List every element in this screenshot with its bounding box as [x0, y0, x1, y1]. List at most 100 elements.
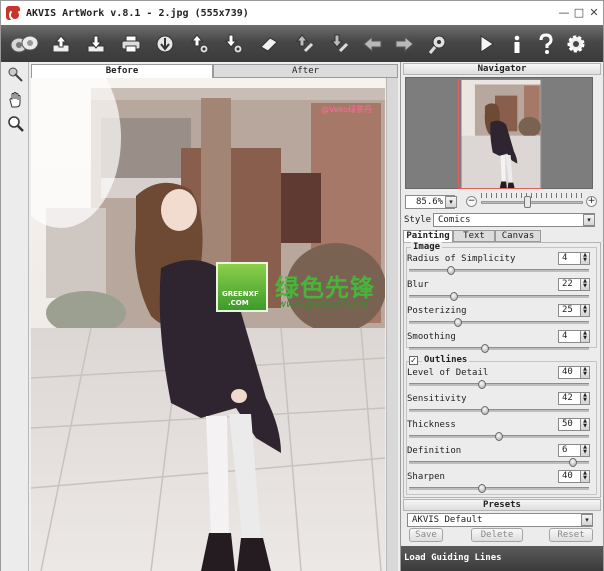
preset-delete-button[interactable]: Delete [471, 528, 523, 542]
tab-text[interactable]: Text [453, 230, 495, 242]
smoothing-stepper-arrows[interactable]: ▲ ▼ [580, 330, 590, 343]
thickness-spinbox[interactable]: 50 ▲ ▼ [558, 418, 590, 431]
maximize-button[interactable]: □ [572, 6, 586, 20]
radius-of-simplicity-slider[interactable] [409, 266, 589, 275]
thickness-slider[interactable] [409, 432, 589, 441]
sensitivity-spinbox[interactable]: 42 ▲ ▼ [558, 392, 590, 405]
level-of-detail-label: Level of Detail [407, 368, 489, 378]
posterizing-label: Posterizing [407, 306, 467, 316]
canvas-scrollbar[interactable] [386, 78, 398, 571]
posterizing-value: 25 [562, 305, 573, 315]
save-icon[interactable] [83, 31, 109, 57]
definition-stepper-arrows[interactable]: ▲ ▼ [580, 444, 590, 457]
outlines-checkbox[interactable]: ✓ [409, 356, 418, 365]
smoothing-spinbox[interactable]: 4 ▲ ▼ [558, 330, 590, 343]
sensitivity-slider[interactable] [409, 406, 589, 415]
radius-of-simplicity-label: Radius of Simplicity [407, 254, 516, 264]
photo-canvas[interactable]: GREENXF .COM 绿色先锋 www.greenxf.com @Veko绿… [31, 78, 385, 571]
preset-save-button[interactable]: Save [409, 528, 443, 542]
download-settings-icon[interactable] [221, 31, 247, 57]
help-icon[interactable] [533, 31, 559, 57]
thickness-slider-thumb[interactable] [495, 432, 503, 441]
zoom-dropdown-button[interactable]: ▾ [445, 196, 457, 208]
thickness-stepper-arrows[interactable]: ▲ ▼ [580, 418, 590, 431]
effects-icon[interactable] [8, 31, 42, 57]
radius-of-simplicity-slider-thumb[interactable] [446, 266, 455, 275]
presets-select[interactable]: AKVIS Default [407, 513, 593, 527]
preferences-icon[interactable] [425, 31, 451, 57]
smoothing-value: 4 [562, 331, 568, 341]
run-icon[interactable] [473, 31, 499, 57]
image-group-title: Image [411, 242, 443, 252]
posterizing-slider-thumb[interactable] [453, 318, 462, 327]
level-of-detail-value: 40 [562, 367, 573, 377]
blur-value: 22 [562, 279, 573, 289]
style-dropdown-button[interactable]: ▾ [583, 214, 595, 226]
zoom-slider[interactable] [481, 201, 583, 204]
posterizing-stepper-arrows[interactable]: ▲ ▼ [580, 304, 590, 317]
radius-of-simplicity-spinbox[interactable]: 4 ▲ ▼ [558, 252, 590, 265]
undo-icon[interactable] [360, 31, 386, 57]
navigator-preview[interactable] [405, 77, 593, 189]
posterizing-slider[interactable] [409, 318, 589, 327]
sharpen-slider-thumb[interactable] [477, 484, 486, 493]
blur-slider[interactable] [409, 292, 589, 301]
load-strokes-icon[interactable] [291, 31, 317, 57]
image-workspace: Before After GREENXF .COM 绿色先锋 www.green… [29, 62, 400, 571]
smoothing-slider[interactable] [409, 344, 589, 353]
blur-stepper-arrows[interactable]: ▲ ▼ [580, 278, 590, 291]
smoothing-label: Smoothing [407, 332, 456, 342]
tab-canvas[interactable]: Canvas [495, 230, 541, 242]
share-icon[interactable] [152, 31, 178, 57]
magic-brush-icon[interactable] [7, 66, 25, 84]
info-icon[interactable] [504, 31, 530, 57]
navigator-header: Navigator [403, 63, 601, 75]
close-button[interactable]: ✕ [587, 6, 601, 20]
blur-label: Blur [407, 280, 429, 290]
photo-image [31, 78, 385, 571]
zoom-in-button[interactable]: + [586, 196, 597, 207]
sharpen-slider[interactable] [409, 484, 589, 493]
status-text: Load Guiding Lines [404, 553, 502, 563]
sensitivity-stepper-arrows[interactable]: ▲ ▼ [580, 392, 590, 405]
watermark-url: www.greenxf.com [278, 299, 368, 310]
definition-spinbox[interactable]: 6 ▲ ▼ [558, 444, 590, 457]
sharpen-stepper-arrows[interactable]: ▲ ▼ [580, 470, 590, 483]
definition-value: 6 [562, 445, 568, 455]
preset-reset-button[interactable]: Reset [549, 528, 593, 542]
save-strokes-icon[interactable] [326, 31, 352, 57]
zoom-ticks [481, 193, 583, 198]
level-of-detail-slider[interactable] [409, 380, 589, 389]
level-of-detail-slider-thumb[interactable] [477, 380, 486, 389]
main-toolbar [0, 25, 604, 62]
zoom-slider-thumb[interactable] [523, 196, 531, 208]
level-of-detail-stepper-arrows[interactable]: ▲ ▼ [580, 366, 590, 379]
redo-icon[interactable] [391, 31, 417, 57]
radius-of-simplicity-stepper-arrows[interactable]: ▲ ▼ [580, 252, 590, 265]
zoom-out-button[interactable]: − [466, 196, 477, 207]
tab-painting[interactable]: Painting [403, 230, 453, 242]
settings-panel: Navigator 85.6% ▾ − + Style: Comics ▾ Pa… [400, 62, 604, 571]
definition-slider[interactable] [409, 458, 589, 467]
zoom-icon[interactable] [7, 115, 25, 133]
radius-of-simplicity-value: 4 [562, 253, 568, 263]
definition-slider-thumb[interactable] [568, 458, 577, 467]
open-icon[interactable] [48, 31, 74, 57]
tool-strip [0, 62, 29, 571]
presets-dropdown-button[interactable]: ▾ [581, 514, 593, 526]
tab-after[interactable]: After [213, 64, 398, 78]
upload-settings-icon[interactable] [187, 31, 213, 57]
level-of-detail-spinbox[interactable]: 40 ▲ ▼ [558, 366, 590, 379]
eraser-icon[interactable] [256, 31, 282, 57]
posterizing-spinbox[interactable]: 25 ▲ ▼ [558, 304, 590, 317]
minimize-button[interactable]: — [557, 6, 571, 20]
settings-icon[interactable] [563, 31, 589, 57]
sharpen-spinbox[interactable]: 40 ▲ ▼ [558, 470, 590, 483]
tab-before[interactable]: Before [31, 64, 213, 78]
print-icon[interactable] [118, 31, 144, 57]
outlines-group-title: Outlines [422, 355, 470, 365]
akvis-logo-icon [6, 6, 21, 21]
style-select[interactable]: Comics [433, 213, 595, 227]
blur-spinbox[interactable]: 22 ▲ ▼ [558, 278, 590, 291]
hand-icon[interactable] [7, 91, 25, 109]
